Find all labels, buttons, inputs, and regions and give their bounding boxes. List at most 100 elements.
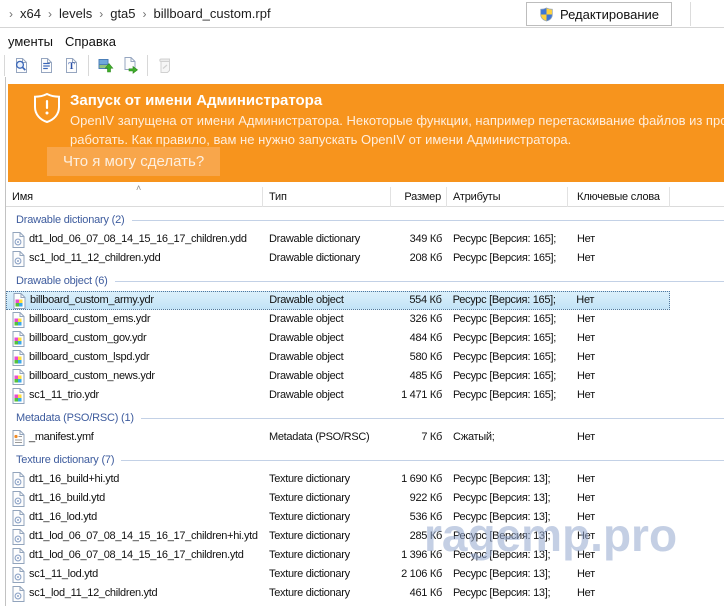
- file-keywords: Нет: [568, 546, 670, 565]
- edit-mode-button[interactable]: Редактирование: [526, 2, 672, 26]
- group-header[interactable]: Texture dictionary (7): [6, 451, 724, 469]
- file-row[interactable]: billboard_custom_lspd.ydrDrawable object…: [6, 348, 670, 367]
- file-size: 1 396 Кб: [391, 546, 447, 565]
- file-attributes: Ресурс [Версия: 13];: [447, 527, 568, 546]
- group-header[interactable]: Drawable dictionary (2): [6, 211, 724, 229]
- file-row[interactable]: _manifest.ymfMetadata (PSO/RSC)7 КбСжаты…: [6, 428, 670, 447]
- file-name-cell: billboard_custom_gov.ydr: [6, 329, 263, 348]
- menu-bar: ументыСправка: [0, 32, 122, 50]
- search-button[interactable]: [9, 54, 34, 76]
- table-header: ИмяТипРазмерАтрибутыКлючевые слова˄: [6, 187, 724, 207]
- ymf-file-icon: [12, 430, 25, 446]
- file-size: 2 106 Кб: [391, 565, 447, 584]
- breadcrumb-item[interactable]: levels: [59, 6, 92, 21]
- column-header-3[interactable]: Атрибуты: [447, 187, 568, 207]
- file-row[interactable]: sc1_lod_11_12_children.ytdTexture dictio…: [6, 584, 670, 603]
- file-type: Texture dictionary: [263, 508, 391, 527]
- file-name-cell: sc1_lod_11_12_children.ytd: [6, 584, 263, 603]
- file-row[interactable]: dt1_16_lod.ytdTexture dictionary536 КбРе…: [6, 508, 670, 527]
- file-type: Metadata (PSO/RSC): [263, 428, 391, 447]
- file-row[interactable]: sc1_11_trio.ydrDrawable object1 471 КбРе…: [6, 386, 670, 405]
- file-attributes: Ресурс [Версия: 13];: [447, 470, 568, 489]
- file-keywords: Нет: [568, 428, 670, 447]
- file-keywords: Нет: [568, 489, 670, 508]
- breadcrumb-chevron-icon: ›: [48, 7, 52, 21]
- group-header[interactable]: Drawable object (6): [6, 272, 724, 290]
- file-type: Drawable object: [263, 348, 391, 367]
- file-row[interactable]: billboard_custom_gov.ydrDrawable object4…: [6, 329, 670, 348]
- toolbar-separator: [4, 55, 5, 76]
- file-row[interactable]: billboard_custom_ems.ydrDrawable object3…: [6, 310, 670, 329]
- toolbar: T: [0, 53, 177, 77]
- file-name-cell: sc1_11_lod.ytd: [6, 565, 263, 584]
- file-row[interactable]: dt1_lod_06_07_08_14_15_16_17_children.yt…: [6, 546, 670, 565]
- file-keywords: Нет: [568, 310, 670, 329]
- file-row[interactable]: dt1_lod_06_07_08_14_15_16_17_children.yd…: [6, 230, 670, 249]
- file-row[interactable]: sc1_11_lod.ytdTexture dictionary2 106 Кб…: [6, 565, 670, 584]
- breadcrumb-item[interactable]: billboard_custom.rpf: [154, 6, 271, 21]
- what-can-i-do-button[interactable]: Что я могу сделать?: [47, 147, 220, 176]
- file-type: Texture dictionary: [263, 546, 391, 565]
- file-size: 208 Кб: [391, 249, 447, 268]
- column-header-2[interactable]: Размер: [391, 187, 447, 207]
- file-name-cell: billboard_custom_lspd.ydr: [6, 348, 263, 367]
- file-row[interactable]: billboard_custom_news.ydrDrawable object…: [6, 367, 670, 386]
- file-keywords: Нет: [568, 565, 670, 584]
- banner-text-line2: работать. Как правило, вам не нужно запу…: [70, 132, 571, 147]
- file-keywords: Нет: [568, 508, 670, 527]
- file-type: Texture dictionary: [263, 489, 391, 508]
- file-name-cell: billboard_custom_army.ydr: [7, 291, 263, 310]
- file-attributes: Ресурс [Версия: 165];: [447, 386, 568, 405]
- file-name-cell: dt1_lod_06_07_08_14_15_16_17_children+hi…: [6, 527, 263, 546]
- file-list-panel: Запуск от имени Администратора OpenIV за…: [5, 77, 724, 606]
- ydr-file-icon: [12, 369, 25, 385]
- file-type: Texture dictionary: [263, 527, 391, 546]
- file-keywords: Нет: [567, 291, 669, 310]
- breadcrumb-chevron-icon: ›: [99, 7, 103, 21]
- file-row[interactable]: billboard_custom_army.ydrDrawable object…: [6, 291, 670, 310]
- column-header-0[interactable]: Имя: [6, 187, 263, 207]
- file-name-cell: dt1_lod_06_07_08_14_15_16_17_children.yt…: [6, 546, 263, 565]
- file-row[interactable]: dt1_lod_06_07_08_14_15_16_17_children+hi…: [6, 527, 670, 546]
- file-name: _manifest.ymf: [29, 428, 94, 447]
- file-size: 485 Кб: [391, 367, 447, 386]
- file-name-cell: sc1_lod_11_12_children.ydd: [6, 249, 263, 268]
- address-bar: ›x64›levels›gta5›billboard_custom.rpf Ре…: [0, 0, 724, 28]
- breadcrumb-item[interactable]: gta5: [110, 6, 135, 21]
- breadcrumb-item[interactable]: x64: [20, 6, 41, 21]
- group-line: [121, 460, 724, 461]
- file-row[interactable]: dt1_16_build+hi.ytdTexture dictionary1 6…: [6, 470, 670, 489]
- file-attributes: Ресурс [Версия: 13];: [447, 584, 568, 603]
- file-row[interactable]: dt1_16_build.ytdTexture dictionary922 Кб…: [6, 489, 670, 508]
- file-keywords: Нет: [568, 367, 670, 386]
- extract-button: [152, 54, 177, 76]
- menu-item[interactable]: ументы: [2, 33, 59, 50]
- banner-text-line1: OpenIV запущена от имени Администратора.…: [70, 113, 724, 128]
- file-size: 7 Кб: [391, 428, 447, 447]
- column-header-4[interactable]: Ключевые слова: [568, 187, 670, 207]
- file-name: billboard_custom_gov.ydr: [29, 329, 146, 348]
- import-button[interactable]: [93, 54, 118, 76]
- file-name-cell: billboard_custom_news.ydr: [6, 367, 263, 386]
- menu-item[interactable]: Справка: [59, 33, 122, 50]
- toolbar-separator: [147, 55, 148, 76]
- breadcrumb-chevron-icon: ›: [143, 7, 147, 21]
- file-type: Texture dictionary: [263, 584, 391, 603]
- group-header[interactable]: Metadata (PSO/RSC) (1): [6, 409, 724, 427]
- file-name-cell: billboard_custom_ems.ydr: [6, 310, 263, 329]
- file-row[interactable]: sc1_lod_11_12_children.yddDrawable dicti…: [6, 249, 670, 268]
- group-line: [132, 220, 724, 221]
- column-header-1[interactable]: Тип: [263, 187, 391, 207]
- group-line: [141, 418, 724, 419]
- import-icon: [97, 56, 115, 74]
- ytd-file-icon: [12, 567, 25, 583]
- file-keywords: Нет: [568, 230, 670, 249]
- text-view-button[interactable]: [34, 54, 59, 76]
- file-size: 580 Кб: [391, 348, 447, 367]
- export-button[interactable]: [118, 54, 143, 76]
- file-name: billboard_custom_army.ydr: [30, 291, 154, 310]
- group-line: [115, 281, 724, 282]
- file-name-cell: dt1_16_build.ytd: [6, 489, 263, 508]
- file-size: 554 Кб: [391, 291, 447, 310]
- text-editor-button[interactable]: T: [59, 54, 84, 76]
